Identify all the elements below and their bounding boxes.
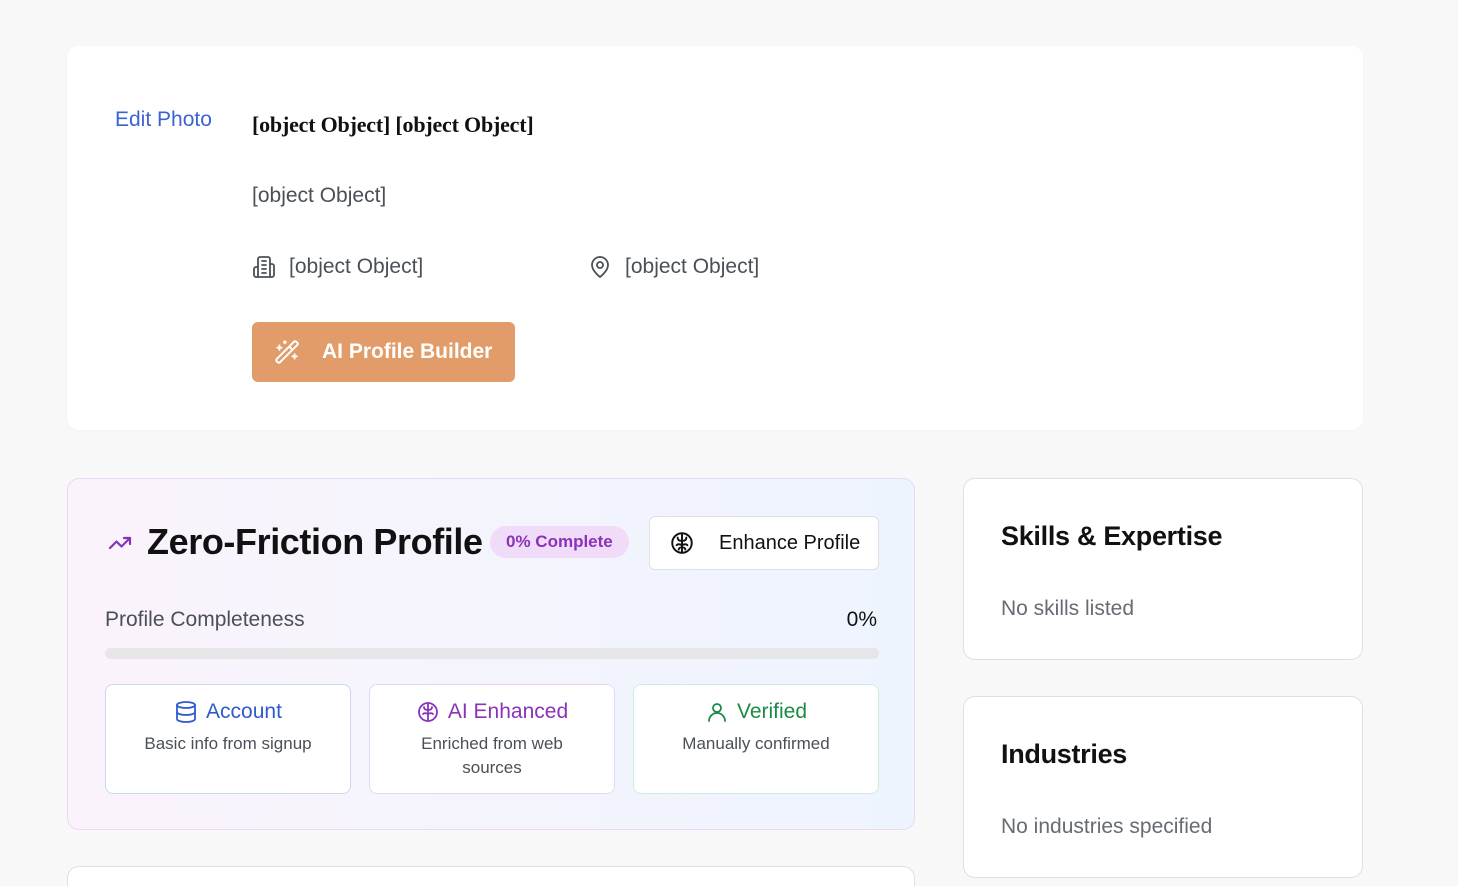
source-verified-card: Verified Manually confirmed (633, 684, 879, 794)
source-verified-desc: Manually confirmed (682, 734, 830, 753)
location-text: [object Object] (625, 255, 760, 278)
profile-card: Edit Photo [object Object] [object Objec… (67, 46, 1363, 430)
enhance-profile-button[interactable]: Enhance Profile (649, 516, 879, 570)
source-ai-desc: Enriched from web sources (421, 734, 563, 777)
location-meta: [object Object] (588, 255, 759, 279)
source-ai-title: AI Enhanced (447, 700, 569, 723)
magic-wand-icon (275, 340, 299, 364)
source-account-title: Account (206, 700, 282, 723)
completeness-progress-bar (105, 648, 879, 659)
source-ai-enhanced-card: AI Enhanced Enriched from web sources (369, 684, 615, 794)
brain-icon (671, 532, 693, 554)
source-account-desc: Basic info from signup (144, 734, 312, 753)
industries-empty-text: No industries specified (1001, 815, 1213, 838)
completion-badge: 0% Complete (490, 526, 629, 558)
next-section-card (67, 866, 915, 886)
profile-name: [object Object] [object Object] (252, 112, 534, 137)
skills-empty-text: No skills listed (1001, 597, 1135, 620)
zero-friction-title: Zero-Friction Profile (147, 521, 483, 562)
company-meta: [object Object] (252, 255, 423, 279)
user-icon (708, 703, 726, 722)
trending-up-icon (108, 536, 132, 550)
edit-photo-link[interactable]: Edit Photo (115, 108, 212, 132)
completeness-value: 0% (846, 608, 877, 631)
completeness-label: Profile Completeness (105, 608, 305, 631)
map-pin-icon (591, 256, 609, 278)
building-icon (253, 256, 275, 278)
enhance-profile-label: Enhance Profile (719, 531, 861, 554)
profile-headline: [object Object] (252, 184, 387, 207)
source-account-card: Account Basic info from signup (105, 684, 351, 794)
industries-card: Industries No industries specified (963, 696, 1363, 878)
industries-title: Industries (1001, 739, 1128, 769)
zero-friction-card: Zero-Friction Profile 0% Complete Enhanc… (67, 478, 915, 830)
ai-profile-builder-label: AI Profile Builder (322, 340, 493, 363)
skills-card: Skills & Expertise No skills listed (963, 478, 1363, 660)
database-icon (176, 701, 196, 723)
company-text: [object Object] (289, 255, 424, 278)
ai-profile-builder-button[interactable]: AI Profile Builder (252, 322, 515, 382)
source-verified-title: Verified (736, 700, 808, 723)
skills-title: Skills & Expertise (1001, 521, 1223, 551)
brain-icon (417, 702, 438, 722)
